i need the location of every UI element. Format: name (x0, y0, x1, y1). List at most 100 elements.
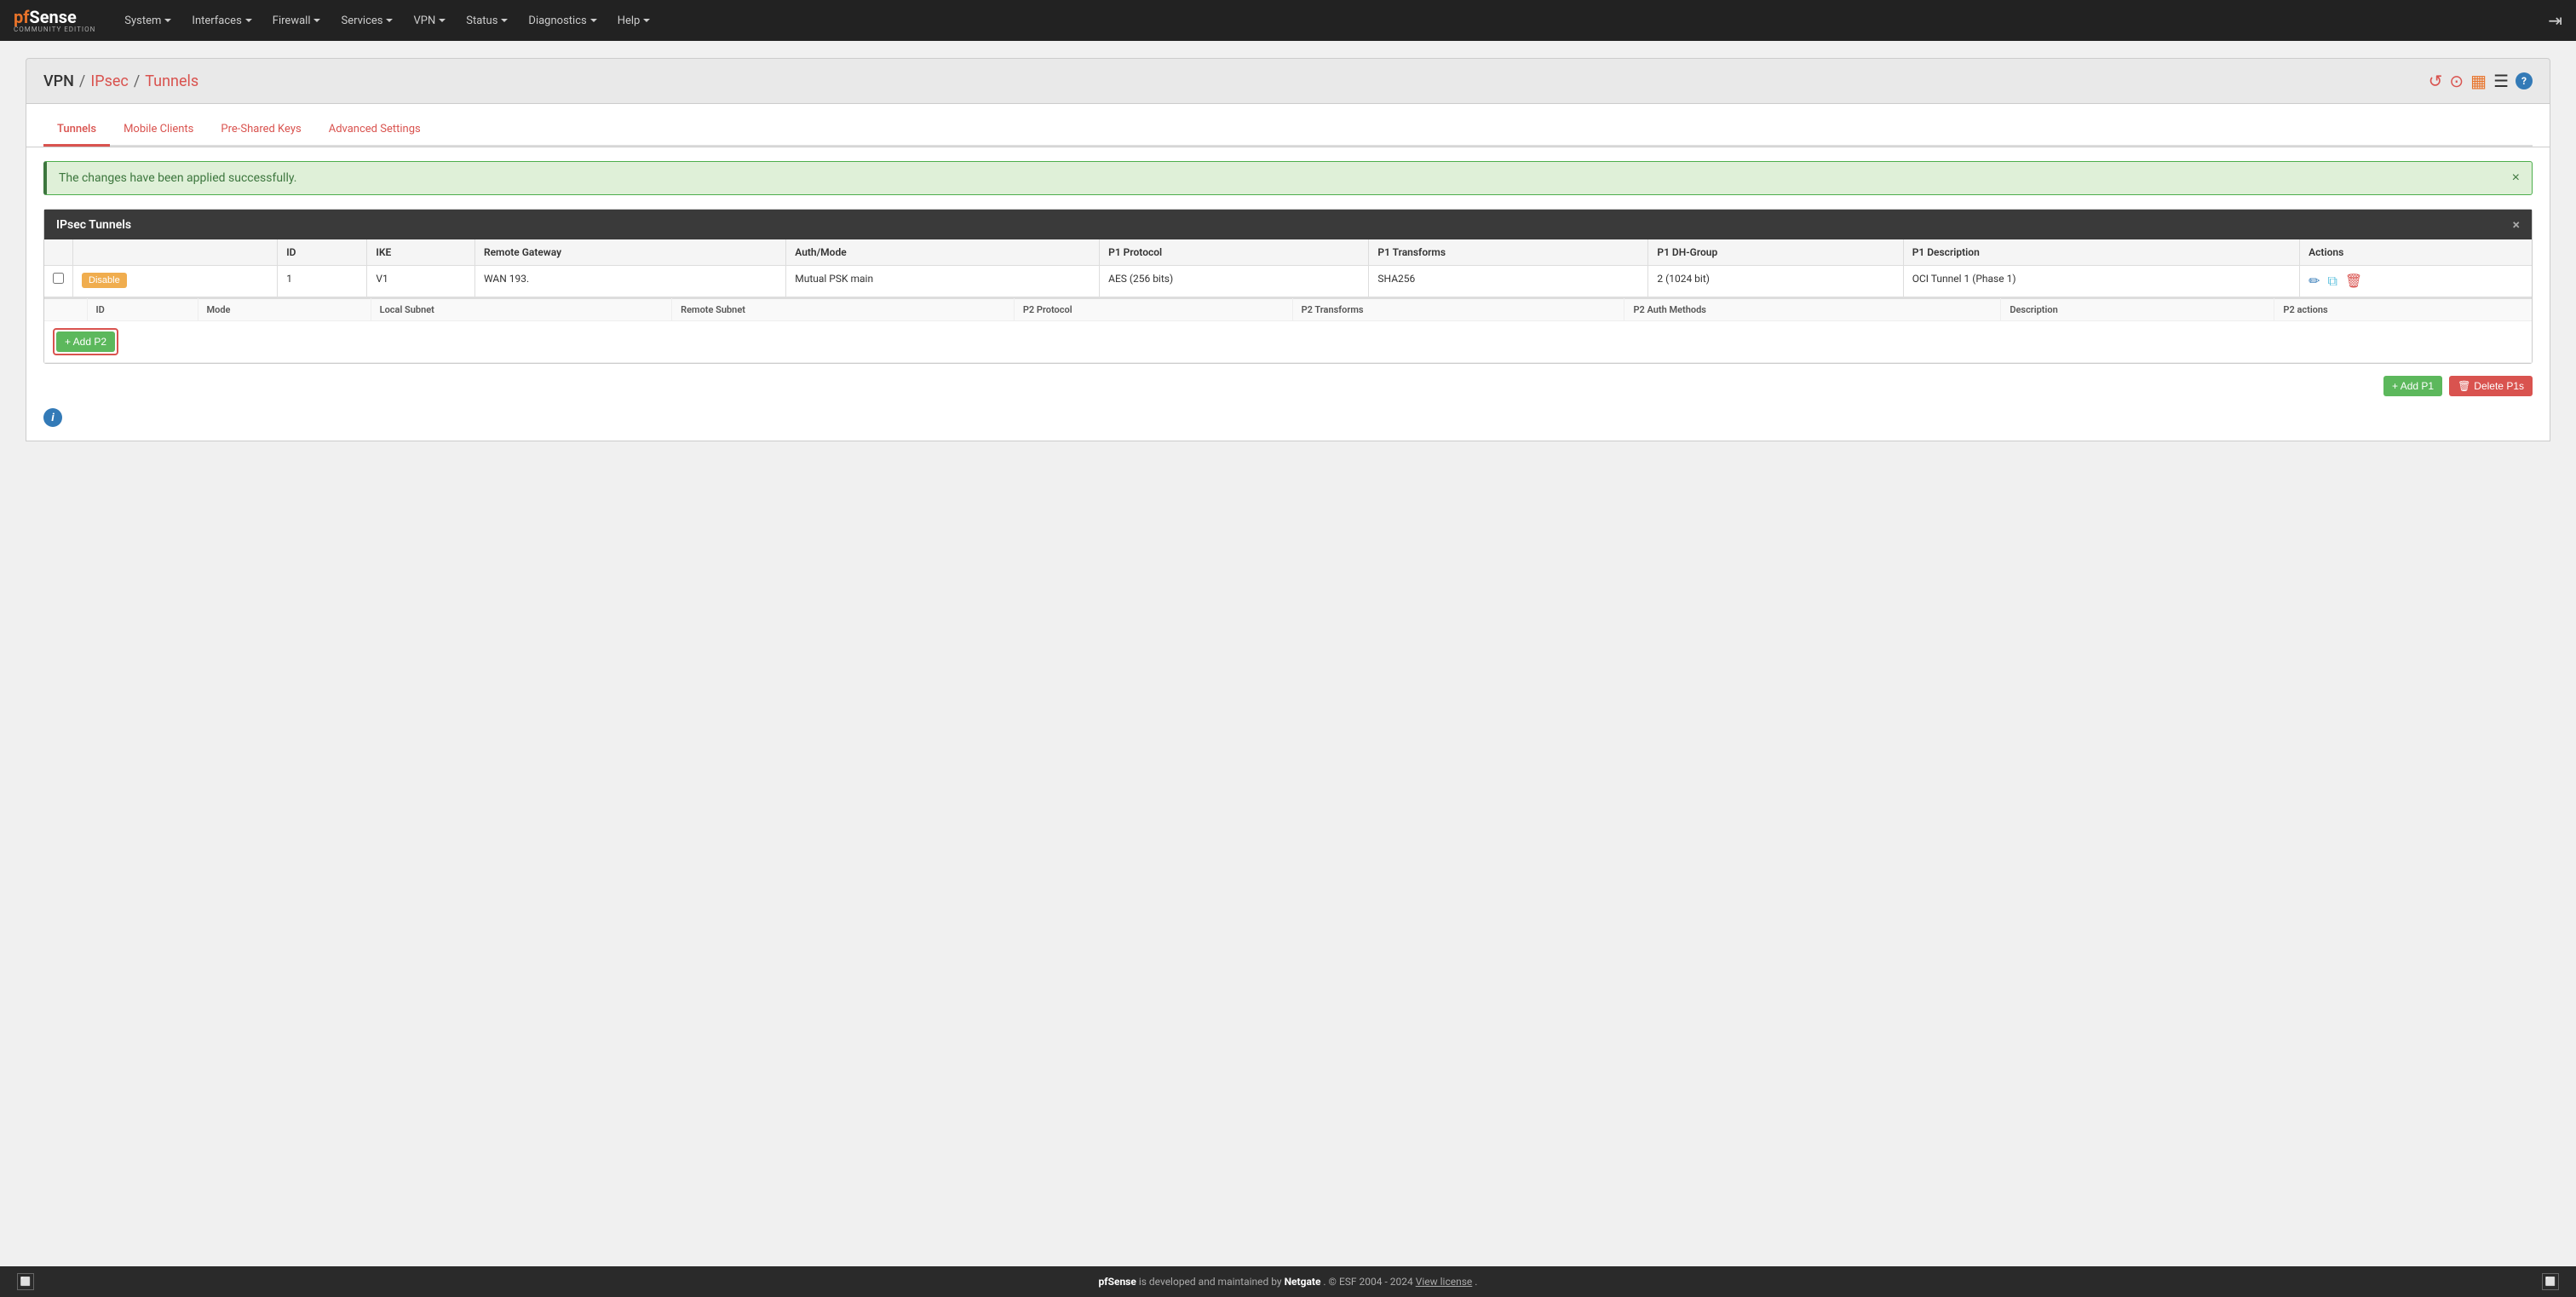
nav-status[interactable]: Status (457, 9, 516, 32)
navbar-right: ⇥ (2548, 10, 2562, 31)
nav-firewall[interactable]: Firewall (264, 9, 330, 32)
nav-interfaces[interactable]: Interfaces (183, 9, 260, 32)
alert-close-button[interactable]: × (2512, 170, 2520, 186)
disable-button[interactable]: Disable (82, 273, 127, 288)
nav-diagnostics[interactable]: Diagnostics (520, 9, 605, 32)
nav-system[interactable]: System (116, 9, 180, 32)
nav-help[interactable]: Help (609, 9, 659, 32)
tunnel-remote-gateway: WAN 193. (474, 266, 785, 297)
tab-advanced-settings[interactable]: Advanced Settings (315, 114, 434, 145)
tab-pre-shared-keys[interactable]: Pre-Shared Keys (207, 114, 314, 145)
refresh-icon[interactable]: ↺ (2429, 71, 2443, 91)
nav-services[interactable]: Services (332, 9, 401, 32)
sub-col-p2-actions: P2 actions (2274, 299, 2532, 321)
logo-sense: Sense (29, 7, 76, 27)
col-p1-transforms: P1 Transforms (1369, 239, 1648, 266)
navbar-nav: System Interfaces Firewall Services (116, 9, 2548, 32)
list-icon[interactable]: ☰ (2493, 71, 2509, 91)
tab-mobile-clients[interactable]: Mobile Clients (110, 114, 207, 145)
nav-services-caret (386, 19, 393, 22)
nav-help-label: Help (618, 14, 641, 27)
add-p2-cell: + Add P2 (44, 321, 2532, 363)
nav-vpn[interactable]: VPN (405, 9, 454, 32)
footer-text-middle: is developed and maintained by (1139, 1276, 1285, 1288)
breadcrumb-ipsec[interactable]: IPsec (90, 72, 129, 90)
nav-system-link[interactable]: System (116, 9, 180, 32)
footer-text-suffix: . © ESF 2004 - 2024 (1323, 1276, 1415, 1288)
nav-firewall-link[interactable]: Firewall (264, 9, 330, 32)
navbar: pfSense COMMUNITY EDITION System Interfa… (0, 0, 2576, 41)
nav-diagnostics-caret (590, 19, 597, 22)
tab-advanced-settings-link[interactable]: Advanced Settings (315, 114, 434, 147)
tunnel-delete-icon[interactable]: 🗑 (2345, 273, 2362, 289)
sub-table-header-row: ID Mode Local Subnet Remote Subnet P2 Pr… (44, 299, 2532, 321)
tabs-list: Tunnels Mobile Clients Pre-Shared Keys A… (43, 114, 2533, 147)
tunnel-edit-icon[interactable]: ✏ (2309, 273, 2320, 289)
nav-vpn-label: VPN (413, 14, 435, 27)
nav-diagnostics-label: Diagnostics (528, 14, 586, 27)
footer-center: pfSense is developed and maintained by N… (34, 1276, 2542, 1288)
breadcrumb-sep-1: / (79, 72, 85, 90)
col-auth-mode: Auth/Mode (786, 239, 1100, 266)
sub-col-p2-protocol: P2 Protocol (1014, 299, 1292, 321)
help-icon[interactable]: ? (2516, 72, 2533, 89)
add-p1-button[interactable]: + Add P1 (2383, 376, 2442, 396)
logout-button[interactable]: ⇥ (2548, 10, 2562, 31)
tunnels-table-body: Disable 1 V1 WAN 193. Mutual PSK main AE… (44, 266, 2532, 297)
alert-success: The changes have been applied successful… (43, 161, 2533, 195)
col-p1-description: P1 Description (1903, 239, 2299, 266)
alert-message: The changes have been applied successful… (59, 171, 296, 185)
bottom-actions: + Add P1 🗑 Delete P1s (43, 376, 2533, 396)
breadcrumb-vpn: VPN (43, 72, 74, 90)
nav-interfaces-link[interactable]: Interfaces (183, 9, 260, 32)
col-p1-protocol: P1 Protocol (1100, 239, 1369, 266)
nav-vpn-caret (439, 19, 446, 22)
sub-col-p2-transforms: P2 Transforms (1292, 299, 1624, 321)
tabs-container: Tunnels Mobile Clients Pre-Shared Keys A… (26, 104, 2550, 147)
page-header-icons: ↺ ⊙ ▦ ☰ ? (2429, 71, 2533, 91)
stop-icon[interactable]: ⊙ (2449, 71, 2464, 91)
tunnel-ike: V1 (367, 266, 475, 297)
tunnel-p1-dh-group: 2 (1024 bit) (1648, 266, 1903, 297)
footer-brand: pfSense (1099, 1276, 1136, 1288)
sub-table-head: ID Mode Local Subnet Remote Subnet P2 Pr… (44, 299, 2532, 321)
tunnels-table-header-row: ID IKE Remote Gateway Auth/Mode P1 Proto… (44, 239, 2532, 266)
section-close-icon[interactable]: × (2513, 216, 2521, 233)
sub-col-id: ID (87, 299, 198, 321)
tunnel-checkbox-cell (44, 266, 73, 297)
footer-right-icon[interactable]: ⬜ (2542, 1273, 2559, 1290)
footer-license-link[interactable]: View license (1416, 1276, 1473, 1288)
tab-mobile-clients-link[interactable]: Mobile Clients (110, 114, 207, 147)
sub-col-empty (44, 299, 87, 321)
nav-services-link[interactable]: Services (332, 9, 401, 32)
info-icon[interactable]: i (43, 408, 62, 427)
main-content: VPN / IPsec / Tunnels ↺ ⊙ ▦ ☰ ? Tunnels … (0, 41, 2576, 458)
nav-status-link[interactable]: Status (457, 9, 516, 32)
nav-status-label: Status (466, 14, 497, 27)
add-p2-button[interactable]: + Add P2 (56, 331, 115, 352)
col-remote-gateway: Remote Gateway (474, 239, 785, 266)
tab-tunnels[interactable]: Tunnels (43, 114, 110, 145)
table-section-header: IPsec Tunnels × (44, 210, 2532, 239)
tunnel-anchor-cell: Disable (73, 266, 278, 297)
tunnel-copy-icon[interactable]: ⧉ (2328, 273, 2337, 289)
delete-p1s-button[interactable]: 🗑 Delete P1s (2449, 376, 2533, 396)
tab-tunnels-link[interactable]: Tunnels (43, 114, 110, 147)
chart-icon[interactable]: ▦ (2470, 71, 2487, 91)
delete-p1s-label: Delete P1s (2474, 380, 2524, 392)
nav-help-link[interactable]: Help (609, 9, 659, 32)
nav-diagnostics-link[interactable]: Diagnostics (520, 9, 605, 32)
nav-vpn-link[interactable]: VPN (405, 9, 454, 32)
footer-left-icon[interactable]: ⬜ (17, 1273, 34, 1290)
tab-pre-shared-keys-link[interactable]: Pre-Shared Keys (207, 114, 314, 147)
sub-table-container: ID Mode Local Subnet Remote Subnet P2 Pr… (44, 297, 2532, 363)
page-header: VPN / IPsec / Tunnels ↺ ⊙ ▦ ☰ ? (26, 58, 2550, 104)
col-checkbox (44, 239, 73, 266)
tunnel-checkbox[interactable] (53, 273, 64, 284)
tunnel-actions: ✏ ⧉ 🗑 (2300, 266, 2532, 297)
nav-firewall-label: Firewall (273, 14, 311, 27)
breadcrumb-tunnels[interactable]: Tunnels (145, 72, 198, 90)
tunnel-auth-mode: Mutual PSK main (786, 266, 1100, 297)
logo-pf: pf (14, 7, 29, 27)
sub-col-mode: Mode (198, 299, 371, 321)
